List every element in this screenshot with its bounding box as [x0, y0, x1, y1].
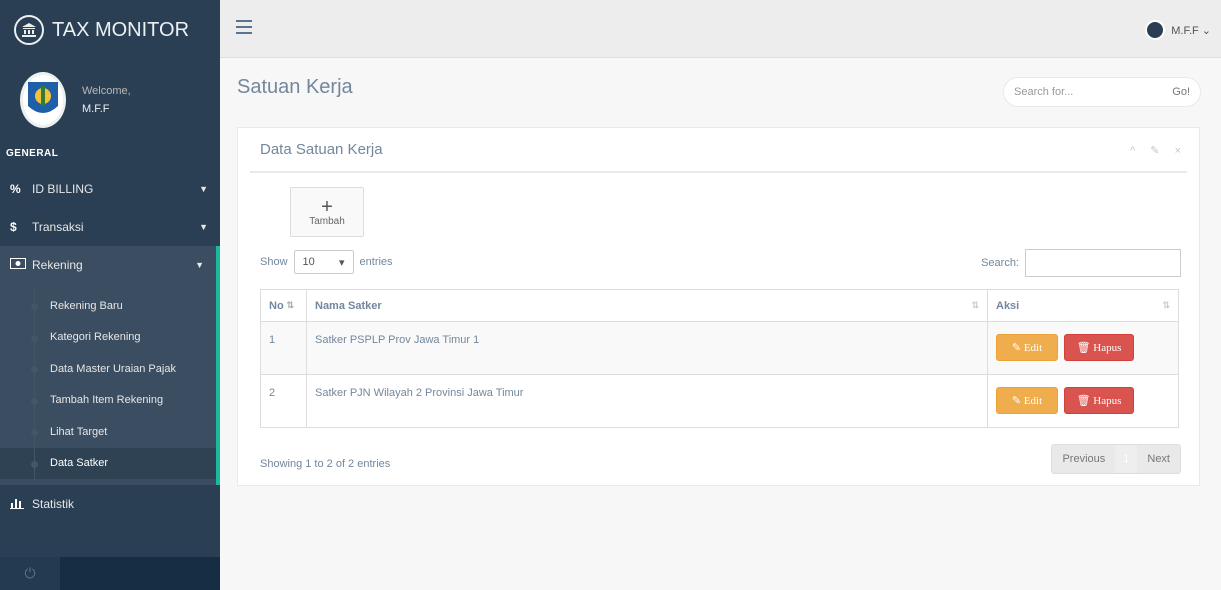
chevron-down-icon: ▼: [199, 222, 208, 232]
subitem-lihat-target[interactable]: Lihat Target: [0, 416, 216, 448]
pagination: Previous 1 Next: [1051, 444, 1181, 474]
sidebar-item-transaksi[interactable]: $ Transaksi ▼: [0, 208, 220, 246]
column-header-nama[interactable]: Nama Satker ⇅: [306, 289, 988, 322]
page-button-1[interactable]: 1: [1115, 445, 1138, 473]
subitem-tambah-item-rekening[interactable]: Tambah Item Rekening: [0, 384, 216, 417]
edit-label: Edit: [1023, 341, 1043, 354]
edit-button[interactable]: ✎ Edit: [996, 334, 1058, 361]
panel-tools[interactable]: ^ ✎ ×: [1130, 144, 1187, 157]
edit-icon: ✎: [1011, 342, 1024, 354]
trash-icon: 🗑: [1076, 395, 1094, 407]
menu-toggle-icon[interactable]: [236, 20, 252, 34]
table-row: 2 Satker PJN Wilayah 2 Provinsi Jawa Tim…: [260, 374, 1179, 428]
delete-button[interactable]: 🗑 Hapus: [1064, 387, 1134, 414]
previous-button[interactable]: Previous: [1052, 445, 1116, 473]
dollar-icon: $: [10, 220, 17, 234]
data-table: No ⇅ Nama Satker ⇅ Aksi ⇅ 1 Satker PSPLP Pr…: [260, 289, 1179, 428]
sidebar-item-rekening[interactable]: Rekening ▼: [0, 246, 220, 284]
entries-label: entries: [359, 256, 393, 268]
sidebar: TAX MONITOR Welcome, M.F.F GENERAL % ID …: [0, 0, 220, 590]
sidebar-footer: ⏻: [0, 557, 220, 590]
cell-nama: Satker PJN Wilayah 2 Provinsi Jawa Timur: [306, 374, 988, 428]
bank-icon: [14, 15, 44, 45]
trash-icon: 🗑: [1076, 342, 1094, 354]
welcome-text: Welcome,: [82, 85, 131, 97]
add-button[interactable]: + Tambah: [290, 187, 364, 237]
search-go-button[interactable]: Go!: [1172, 86, 1190, 98]
filter-label: Search:: [981, 257, 1019, 269]
filter-input[interactable]: [1025, 249, 1181, 277]
user-name: M.F.F ⌄: [1171, 24, 1211, 37]
column-label: Nama Satker: [315, 299, 382, 312]
profile-name: M.F.F: [82, 103, 110, 115]
plus-icon: +: [321, 195, 333, 218]
subitem-data-master-uraian-pajak[interactable]: Data Master Uraian Pajak: [0, 353, 216, 385]
table-info: Showing 1 to 2 of 2 entries: [260, 458, 391, 470]
cell-aksi: ✎ Edit 🗑 Hapus: [987, 321, 1179, 375]
app-title: TAX MONITOR: [52, 18, 190, 41]
top-search: Search for... Go!: [1003, 77, 1201, 107]
cell-no: 2: [260, 374, 307, 428]
subitem-rekening-baru[interactable]: Rekening Baru: [0, 290, 216, 322]
topbar: M.F.F ⌄: [220, 0, 1221, 58]
panel-title: Data Satuan Kerja: [260, 141, 383, 158]
show-label: Show: [260, 256, 288, 268]
delete-button[interactable]: 🗑 Hapus: [1064, 334, 1134, 361]
power-icon[interactable]: ⏻: [0, 557, 60, 590]
chevron-down-icon: ▼: [195, 260, 204, 270]
percent-icon: %: [10, 182, 21, 196]
main-content: Satuan Kerja Search for... Go! Data Satu…: [220, 59, 1221, 590]
user-menu[interactable]: M.F.F ⌄: [1145, 20, 1211, 40]
panel-header: Data Satuan Kerja ^ ✎ ×: [250, 128, 1187, 173]
sidebar-item-id-billing[interactable]: % ID BILLING ▼: [0, 170, 220, 208]
user-avatar: [1145, 20, 1166, 40]
brand[interactable]: TAX MONITOR: [0, 0, 220, 60]
table-filter: Search:: [981, 249, 1181, 277]
entries-value: 10: [302, 256, 315, 268]
section-title: GENERAL: [6, 148, 59, 159]
cell-aksi: ✎ Edit 🗑 Hapus: [987, 374, 1179, 428]
sidebar-item-label: Rekening: [32, 258, 83, 272]
caret-down-icon: ▾: [339, 256, 345, 269]
chevron-down-icon: ▼: [199, 184, 208, 194]
page-title: Satuan Kerja: [237, 76, 353, 98]
cell-no: 1: [260, 321, 307, 375]
search-input[interactable]: Search for...: [1014, 86, 1073, 98]
sort-asc-icon: ⇅: [286, 300, 294, 310]
table-row: 1 Satker PSPLP Prov Jawa Timur 1 ✎ Edit 🗑…: [260, 321, 1179, 375]
delete-label: Hapus: [1093, 341, 1122, 354]
edit-button[interactable]: ✎ Edit: [996, 387, 1058, 414]
avatar: [20, 72, 66, 128]
sidebar-item-label: Statistik: [32, 497, 75, 511]
subitem-kategori-rekening[interactable]: Kategori Rekening: [0, 321, 216, 354]
sidebar-item-statistik[interactable]: Statistik: [0, 485, 220, 523]
column-header-aksi[interactable]: Aksi ⇅: [987, 289, 1179, 322]
rekening-submenu: Rekening Baru Kategori Rekening Data Mas…: [0, 284, 220, 485]
column-label: Aksi: [996, 299, 1020, 312]
money-icon: [10, 258, 32, 272]
sidebar-item-label: ID BILLING: [32, 182, 94, 196]
subitem-data-satker[interactable]: Data Satker: [0, 447, 216, 479]
next-button[interactable]: Next: [1137, 445, 1180, 473]
cell-nama: Satker PSPLP Prov Jawa Timur 1: [306, 321, 988, 375]
sort-icon: ⇅: [971, 300, 979, 310]
delete-label: Hapus: [1093, 394, 1122, 407]
sort-icon: ⇅: [1162, 300, 1170, 310]
add-label: Tambah: [309, 215, 345, 227]
bar-chart-icon: [10, 497, 32, 512]
entries-length: Show 10 ▾ entries: [260, 250, 393, 274]
edit-label: Edit: [1023, 394, 1043, 407]
panel: Data Satuan Kerja ^ ✎ × + Tambah Show 10…: [237, 127, 1200, 486]
column-header-no[interactable]: No ⇅: [260, 289, 307, 322]
profile: Welcome, M.F.F: [0, 60, 220, 140]
edit-icon: ✎: [1011, 395, 1024, 407]
sidebar-item-label: Transaksi: [32, 220, 84, 234]
column-label: No: [269, 299, 284, 312]
entries-select[interactable]: 10 ▾: [293, 250, 354, 274]
